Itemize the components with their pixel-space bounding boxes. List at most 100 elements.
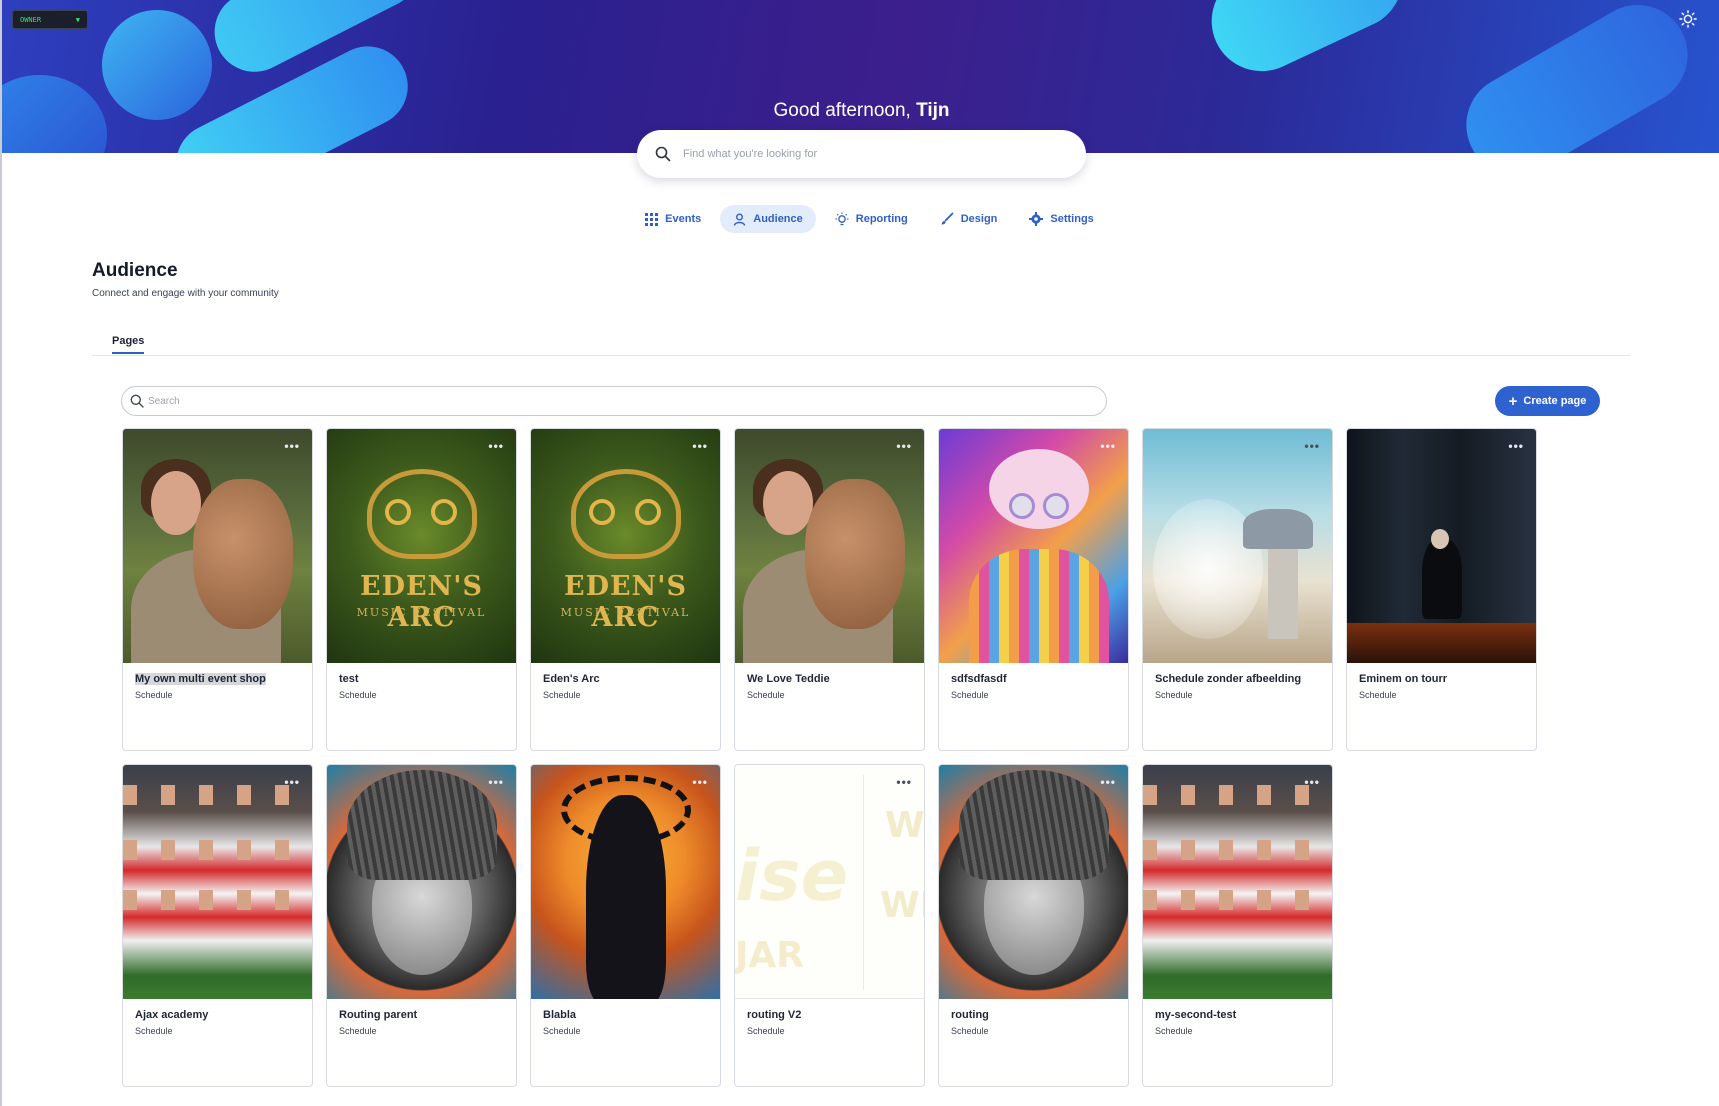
- nav-item-reporting[interactable]: Reporting: [822, 205, 921, 233]
- create-page-label: Create page: [1523, 395, 1587, 407]
- nav-item-settings[interactable]: Settings: [1016, 205, 1106, 233]
- more-options-icon[interactable]: •••: [896, 439, 912, 453]
- nav-item-label: Events: [665, 213, 702, 225]
- page-thumbnail: iseJARWWE •••: [735, 765, 924, 999]
- page-card-subtitle: Schedule: [747, 690, 785, 700]
- create-page-button[interactable]: + Create page: [1495, 386, 1600, 416]
- tab-pages[interactable]: Pages: [112, 335, 145, 354]
- more-options-icon[interactable]: •••: [488, 439, 504, 453]
- thumbnail-text: EDEN'S ARC: [359, 571, 484, 633]
- page-thumbnail: •••: [531, 765, 720, 999]
- page-card[interactable]: ••• Routing parent Schedule: [326, 764, 517, 1087]
- more-options-icon[interactable]: •••: [896, 775, 912, 789]
- page-card[interactable]: ••• routing Schedule: [938, 764, 1129, 1087]
- page-card[interactable]: ••• Blabla Schedule: [530, 764, 721, 1087]
- page-thumbnail: •••: [939, 429, 1128, 663]
- nav-item-design[interactable]: Design: [927, 205, 1011, 233]
- role-switcher[interactable]: OWNER ▼: [12, 10, 88, 29]
- page-card[interactable]: EDEN'S ARC MUSIC FESTIVAL ••• test Sched…: [326, 428, 517, 751]
- more-options-icon[interactable]: •••: [1100, 439, 1116, 453]
- nav-item-events[interactable]: Events: [632, 205, 714, 233]
- search-icon: [655, 146, 671, 162]
- more-options-icon[interactable]: •••: [692, 439, 708, 453]
- gear-icon: [1029, 212, 1044, 226]
- more-options-icon[interactable]: •••: [284, 775, 300, 789]
- person-icon: [734, 213, 746, 226]
- page-thumbnail: •••: [1143, 765, 1332, 999]
- more-options-icon[interactable]: •••: [692, 775, 708, 789]
- nav-item-label: Design: [960, 213, 998, 225]
- page-card[interactable]: ••• My own multi event shop Schedule: [122, 428, 313, 751]
- page-thumbnail: •••: [735, 429, 924, 663]
- main-nav: Events Audience Reporting Design Setting…: [0, 205, 1719, 233]
- page-card-subtitle: Schedule: [135, 1026, 173, 1036]
- nav-item-label: Reporting: [855, 213, 908, 225]
- page-thumbnail: •••: [327, 765, 516, 999]
- page-card-subtitle: Schedule: [1155, 1026, 1193, 1036]
- nav-item-label: Settings: [1050, 213, 1094, 225]
- page-card-title: my-second-test: [1155, 1009, 1237, 1021]
- page-card-title: Ajax academy: [135, 1009, 209, 1021]
- page-card-title: test: [339, 673, 359, 685]
- search-placeholder: Search: [148, 395, 180, 407]
- page-thumbnail: •••: [1143, 429, 1332, 663]
- more-options-icon[interactable]: •••: [1100, 775, 1116, 789]
- pages-search-input[interactable]: Search: [121, 386, 1107, 416]
- page-card-subtitle: Schedule: [543, 690, 581, 700]
- search-icon: [130, 394, 144, 408]
- plus-icon: +: [1508, 392, 1518, 410]
- page-card[interactable]: ••• Ajax academy Schedule: [122, 764, 313, 1087]
- page-card-title: Routing parent: [339, 1009, 418, 1021]
- decorative-shape: [1448, 0, 1706, 153]
- page-card-title: Blabla: [543, 1009, 577, 1021]
- page-card-subtitle: Schedule: [951, 690, 989, 700]
- page-card[interactable]: ••• We Love Teddie Schedule: [734, 428, 925, 751]
- page-thumbnail: EDEN'S ARC MUSIC FESTIVAL •••: [327, 429, 516, 663]
- search-placeholder: Find what you're looking for: [683, 148, 818, 160]
- page-card[interactable]: ••• Eminem on tourr Schedule: [1346, 428, 1537, 751]
- brush-icon: [941, 212, 954, 225]
- page-card[interactable]: ••• my-second-test Schedule: [1142, 764, 1333, 1087]
- more-options-icon[interactable]: •••: [488, 775, 504, 789]
- lightbulb-icon: [835, 212, 849, 226]
- page-card-title: We Love Teddie: [747, 673, 830, 685]
- nav-item-label: Audience: [753, 213, 803, 225]
- page-card-subtitle: Schedule: [135, 690, 173, 700]
- more-options-icon[interactable]: •••: [1304, 439, 1320, 453]
- page-card-subtitle: Schedule: [1359, 690, 1397, 700]
- page-card[interactable]: iseJARWWE ••• routing V2 Schedule: [734, 764, 925, 1087]
- more-options-icon[interactable]: •••: [284, 439, 300, 453]
- nav-item-audience[interactable]: Audience: [720, 205, 816, 233]
- pages-grid: ••• My own multi event shop Schedule EDE…: [122, 428, 1537, 1087]
- page-card-title: My own multi event shop: [135, 673, 266, 685]
- page-thumbnail: •••: [123, 765, 312, 999]
- sun-icon[interactable]: [1679, 10, 1697, 28]
- tab-bar: Pages: [92, 335, 1630, 356]
- thumbnail-text: EDEN'S ARC: [563, 571, 688, 633]
- page-card-subtitle: Schedule: [951, 1026, 989, 1036]
- page-thumbnail: •••: [1347, 429, 1536, 663]
- page-card-title: Schedule zonder afbeelding: [1155, 673, 1302, 685]
- page-card-title: sdfsdfasdf: [951, 673, 1007, 685]
- thumbnail-text: MUSIC FESTIVAL: [356, 606, 487, 619]
- page-card[interactable]: EDEN'S ARC MUSIC FESTIVAL ••• Eden's Arc…: [530, 428, 721, 751]
- page-card-subtitle: Schedule: [1155, 690, 1193, 700]
- role-label: OWNER: [20, 15, 42, 24]
- page-thumbnail: EDEN'S ARC MUSIC FESTIVAL •••: [531, 429, 720, 663]
- greeting: Good afternoon, Tijn: [2, 100, 1719, 122]
- page-thumbnail: •••: [123, 429, 312, 663]
- page-card[interactable]: ••• Schedule zonder afbeelding Schedule: [1142, 428, 1333, 751]
- page-card-title: Eminem on tourr: [1359, 673, 1448, 685]
- window-left-edge: [0, 0, 2, 1106]
- page-card-title: routing: [951, 1009, 989, 1021]
- page-card-subtitle: Schedule: [747, 1026, 785, 1036]
- page-thumbnail: •••: [939, 765, 1128, 999]
- global-search-input[interactable]: Find what you're looking for: [637, 130, 1086, 178]
- page-card[interactable]: ••• sdfsdfasdf Schedule: [938, 428, 1129, 751]
- more-options-icon[interactable]: •••: [1304, 775, 1320, 789]
- page-card-subtitle: Schedule: [339, 690, 377, 700]
- page-card-subtitle: Schedule: [339, 1026, 377, 1036]
- more-options-icon[interactable]: •••: [1508, 439, 1524, 453]
- page-card-title: Eden's Arc: [543, 673, 600, 685]
- decorative-shape: [1195, 0, 1419, 88]
